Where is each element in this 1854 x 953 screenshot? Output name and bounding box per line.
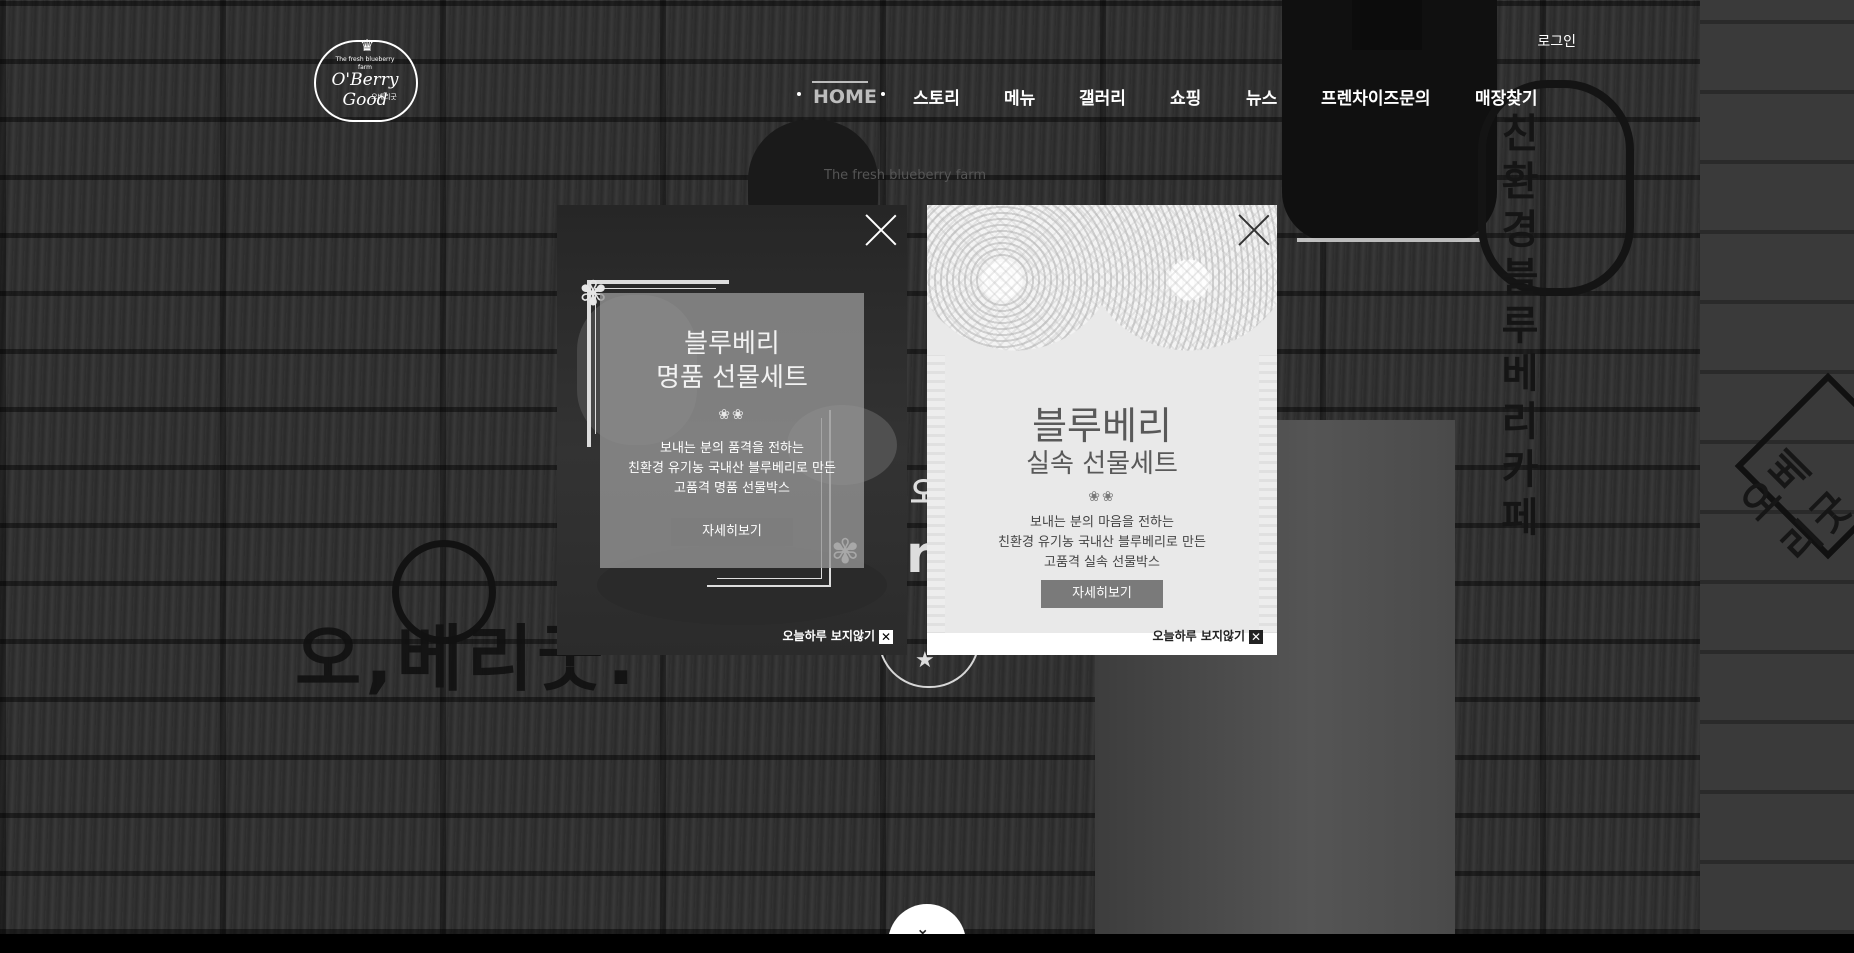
popup-text-content: 블루베리 실속 선물세트 ❀❀ 보내는 분의 마음을 전하는 친환경 유기농 국…: [927, 395, 1277, 625]
close-box-icon[interactable]: ✕: [1249, 629, 1263, 644]
nav-item-story[interactable]: 스토리: [913, 84, 960, 109]
view-details-button[interactable]: 자세히보기: [671, 518, 793, 546]
logo-brand[interactable]: O'Berry Good: [318, 70, 412, 110]
logo-brand-korean: 오베리굿: [371, 93, 397, 101]
popup-text-panel: 블루베리 명품 선물세트 ❀❀ 보내는 분의 품격을 전하는 친환경 유기농 국…: [600, 293, 864, 568]
popup-title-line1: 블루베리: [684, 329, 780, 359]
view-details-button[interactable]: 자세히보기: [1041, 580, 1163, 608]
lamp-rim: [1297, 238, 1482, 242]
nav-dot-icon: [797, 92, 801, 96]
crown-icon: ♛: [360, 36, 375, 55]
popup-description-line: 고품격 실속 선물박스: [1044, 555, 1160, 570]
lace-pattern-overlay: [927, 205, 1277, 375]
popup-description-line: 보내는 분의 마음을 전하는: [1030, 515, 1174, 530]
popup-description-line: 친환경 유기농 국내산 블루베리로 만든: [628, 461, 836, 476]
dismiss-today-label[interactable]: 오늘하루 보지않기: [783, 629, 876, 643]
close-icon[interactable]: [864, 213, 898, 247]
nav-item-shopping[interactable]: 쇼핑: [1170, 84, 1201, 109]
nav-item-franchise[interactable]: 프렌차이즈문의: [1321, 84, 1430, 109]
popup-title-line2: 명품 선물세트: [656, 363, 808, 393]
flower-divider-icon: ❀❀: [718, 407, 746, 423]
dismiss-today-link[interactable]: 오늘하루 보지않기 ✕: [1153, 627, 1263, 644]
popup-description: 보내는 분의 마음을 전하는 친환경 유기농 국내산 블루베리로 만든 고품격 …: [927, 513, 1277, 573]
nav-active-indicator: [812, 81, 868, 83]
chevron-double-down-icon[interactable]: ⌄⌄: [916, 921, 929, 935]
popup-description-line: 보내는 분의 품격을 전하는: [660, 441, 804, 456]
dismiss-today-label[interactable]: 오늘하루 보지않기: [1153, 629, 1246, 643]
nav-item-home[interactable]: HOME: [813, 86, 877, 108]
dismiss-today-link[interactable]: 오늘하루 보지않기 ✕: [783, 627, 893, 644]
popup-premium-gift-set: ✾ ✾ 블루베리 명품 선물세트 ❀❀ 보내는 분의 품격을 전하는 친환경 유…: [557, 205, 907, 655]
background-lamp: [1282, 0, 1497, 242]
flower-divider-icon: ❀❀: [1088, 489, 1116, 505]
nav-dot-icon: [881, 92, 885, 96]
login-link[interactable]: 로그인: [1486, 31, 1576, 51]
nav-item-menu[interactable]: 메뉴: [1004, 84, 1035, 109]
popup-description: 보내는 분의 품격을 전하는 친환경 유기농 국내산 블루베리로 만든 고품격 …: [600, 439, 864, 499]
background-sign-text: The fresh blueberry farm: [824, 168, 987, 183]
bottom-bar: [0, 934, 1854, 953]
popup-title-line1: 블루베리: [1032, 404, 1172, 448]
nav-item-store-locator[interactable]: 매장찾기: [1475, 84, 1538, 109]
close-box-icon[interactable]: ✕: [879, 629, 893, 644]
nav-item-gallery[interactable]: 갤러리: [1079, 84, 1126, 109]
popup-description-line: 친환경 유기농 국내산 블루베리로 만든: [998, 535, 1206, 550]
nav-item-news[interactable]: 뉴스: [1246, 84, 1277, 109]
background-vertical-sign: 친환경블루베리카페: [1501, 111, 1539, 541]
popup-title-line2: 실속 선물세트: [1026, 449, 1178, 479]
close-icon[interactable]: [1237, 213, 1271, 247]
popup-description-line: 고품격 명품 선물박스: [674, 481, 790, 496]
popup-value-gift-set: 블루베리 실속 선물세트 ❀❀ 보내는 분의 마음을 전하는 친환경 유기농 국…: [927, 205, 1277, 655]
